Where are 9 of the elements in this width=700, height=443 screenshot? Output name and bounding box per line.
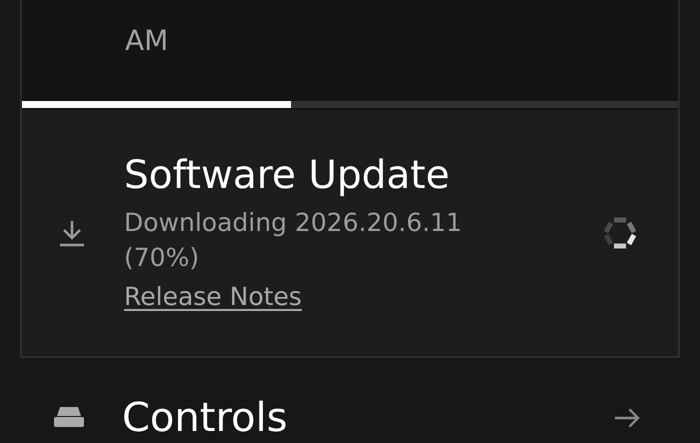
update-status: Downloading 2026.20.6.11 (70%): [124, 206, 463, 274]
loading-spinner-icon: [602, 215, 638, 251]
release-notes-link[interactable]: Release Notes: [124, 278, 302, 314]
arrow-right-icon: [614, 407, 640, 429]
download-icon: [57, 219, 87, 247]
scheduled-time-text: AM: [125, 24, 168, 57]
menu-row[interactable]: Controls: [20, 396, 680, 440]
menu-label: Controls: [122, 398, 288, 438]
update-title: Software Update: [124, 152, 450, 200]
